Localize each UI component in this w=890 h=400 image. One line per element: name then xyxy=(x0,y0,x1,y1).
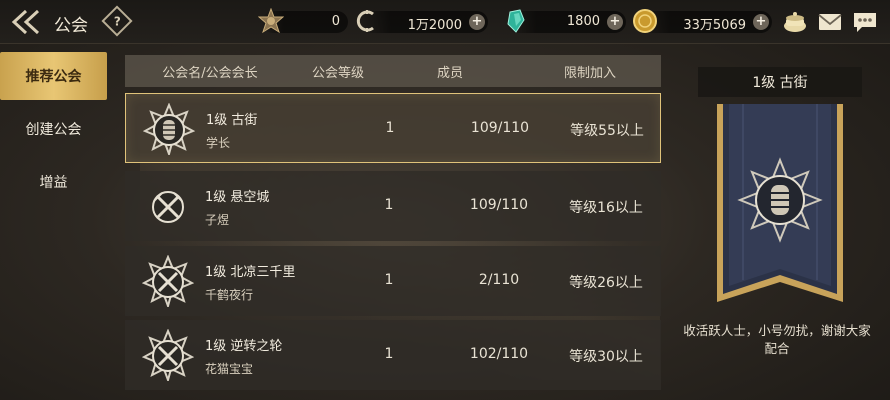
add-coin-button[interactable]: + xyxy=(469,14,485,30)
c-coin-icon xyxy=(356,10,374,32)
guild-leader: 学长 xyxy=(206,136,231,150)
crossed-swords-emblem-icon xyxy=(152,191,184,223)
guild-banner-icon xyxy=(717,104,843,302)
resource-value: 0 xyxy=(331,14,340,29)
chat-icon[interactable] xyxy=(852,11,878,33)
guild-limit: 等级30以上 xyxy=(569,349,643,365)
back-button[interactable] xyxy=(6,6,46,38)
bronze-medal-icon xyxy=(258,8,284,34)
guild-detail-title: 1级 古街 xyxy=(698,67,862,97)
guild-name: 1级 古街 xyxy=(206,113,258,128)
crossed-swords-star-emblem-icon xyxy=(142,329,194,381)
header-name: 公会名/公会会长 xyxy=(162,65,258,81)
header-level: 公会等级 xyxy=(311,65,364,81)
double-chevron-left-icon xyxy=(11,9,40,35)
resource-value: 33万5069 xyxy=(683,18,746,33)
guild-members: 109/110 xyxy=(470,120,530,136)
guild-members: 102/110 xyxy=(469,346,529,362)
guild-row[interactable]: 1级 古街 学长 1 109/110 等级55以上 xyxy=(125,93,661,163)
guild-limit: 等级26以上 xyxy=(569,275,643,291)
resource-coin: 1万2000 + xyxy=(356,10,488,33)
crossed-swords-star-emblem-icon xyxy=(142,255,194,307)
guild-name: 1级 逆转之轮 xyxy=(205,339,283,354)
resource-gem: 1800 + xyxy=(506,9,626,33)
resource-value: 1万2000 xyxy=(407,18,462,33)
mail-icon[interactable] xyxy=(817,11,843,33)
guild-level: 1 xyxy=(384,346,394,362)
resource-value: 1800 xyxy=(566,14,600,29)
lion-star-emblem-icon xyxy=(143,103,195,155)
question-icon: ? xyxy=(113,14,121,28)
help-button[interactable]: ? xyxy=(101,5,133,37)
add-gem-button[interactable]: + xyxy=(607,14,623,30)
gold-coin-icon xyxy=(633,9,657,33)
resource-stamina: 0 xyxy=(258,8,348,34)
green-crystal-icon xyxy=(507,9,525,33)
page-title: 公会 xyxy=(54,16,88,36)
guild-leader: 千鹤夜行 xyxy=(205,288,254,302)
treasure-pot-icon[interactable] xyxy=(782,11,808,33)
guild-row[interactable]: 1级 逆转之轮 花猫宝宝 1 102/110 等级30以上 xyxy=(125,320,661,390)
header-members: 成员 xyxy=(436,65,463,81)
nav-buffs[interactable]: 增益 xyxy=(0,158,107,206)
top-bar: 公会 ? 0 1万2000 + 1800 + 33万5069 + xyxy=(0,0,890,44)
guild-description: 收活跃人士，小号勿扰，谢谢大家配合 xyxy=(683,323,871,356)
nav-create-guild[interactable]: 创建公会 xyxy=(0,105,107,153)
guild-limit: 等级16以上 xyxy=(569,200,643,216)
guild-leader: 子煜 xyxy=(205,213,230,227)
guild-limit: 等级55以上 xyxy=(570,123,644,139)
header-limit: 限制加入 xyxy=(563,65,616,81)
guild-row[interactable]: 1级 悬空城 子煜 1 109/110 等级16以上 xyxy=(125,171,661,241)
nav-recommended-guilds[interactable]: 推荐公会 xyxy=(0,52,107,100)
guild-name: 1级 北凉三千里 xyxy=(205,265,296,280)
guild-name: 1级 悬空城 xyxy=(205,190,270,205)
add-gold-button[interactable]: + xyxy=(753,14,769,30)
resource-gold: 33万5069 + xyxy=(633,9,772,33)
guild-level: 1 xyxy=(384,197,394,213)
guild-table-header: 公会名/公会会长 公会等级 成员 限制加入 xyxy=(125,55,661,87)
guild-leader: 花猫宝宝 xyxy=(205,362,254,376)
guild-level: 1 xyxy=(384,272,394,288)
guild-level: 1 xyxy=(385,120,395,136)
guild-members: 2/110 xyxy=(478,272,520,288)
guild-members: 109/110 xyxy=(469,197,529,213)
guild-row[interactable]: 1级 北凉三千里 千鹤夜行 1 2/110 等级26以上 xyxy=(125,246,661,316)
